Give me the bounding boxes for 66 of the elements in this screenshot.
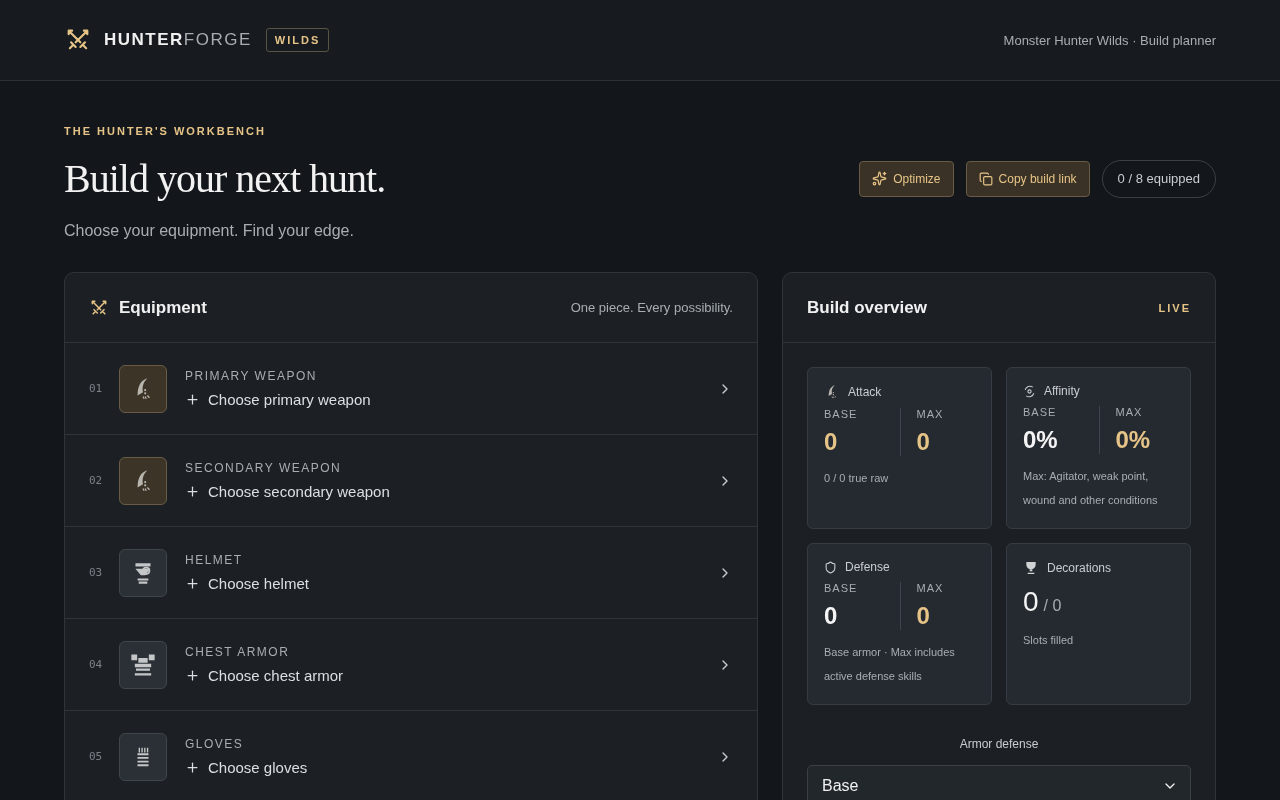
stat-note: Base armor · Max includes active defense skills — [824, 645, 956, 684]
panel-title: Equipment — [119, 297, 207, 318]
stat-value: 0 — [824, 428, 839, 456]
stat-value: 0 — [824, 602, 839, 630]
stat-label: MAX — [916, 582, 945, 594]
plus-icon — [185, 668, 200, 683]
stat-label: MAX — [1115, 406, 1144, 418]
stat-note: Max: Agitator, weak point, wound and other conditions — [1023, 469, 1159, 508]
armor-defense-select[interactable]: Base — [807, 765, 1191, 800]
equipment-slot[interactable]: 02 SECONDARY WEAPON Choose secondary weapon — [65, 435, 757, 527]
stat-note: 0 / 0 true raw — [824, 471, 890, 486]
brand-logo[interactable]: HUNTERFORGE — [104, 30, 252, 50]
slot-number: 03 — [89, 566, 104, 579]
stat-total: / 0 — [1043, 597, 1062, 615]
field-label: Armor defense — [958, 737, 1040, 751]
equipment-slot[interactable]: 01 PRIMARY WEAPON Choose primary weapon — [65, 343, 757, 435]
stat-value: 0 — [1023, 586, 1039, 618]
choose-button[interactable]: Choose gloves — [185, 759, 308, 776]
target-icon — [1023, 384, 1036, 398]
trophy-icon — [1023, 560, 1039, 576]
slot-number: 05 — [89, 750, 104, 763]
slot-label: HELMET — [185, 553, 244, 567]
stat-title: Defense — [845, 560, 890, 574]
stat-value: 0% — [1023, 426, 1059, 454]
slot-label: CHEST ARMOR — [185, 645, 291, 659]
stat-value: 0 — [916, 428, 931, 456]
stat-title: Attack — [848, 385, 882, 399]
stat-label: BASE — [824, 582, 859, 594]
plus-icon — [185, 484, 200, 499]
choose-button[interactable]: Choose secondary weapon — [185, 483, 390, 500]
panel-note: One piece. Every possibility. — [570, 300, 733, 315]
slot-number: 04 — [89, 658, 104, 671]
stat-label: BASE — [1023, 406, 1058, 418]
eyebrow-text: THE HUNTER'S WORKBENCH — [64, 125, 267, 137]
page-title: Build your next hunt. — [64, 155, 386, 202]
equipment-slot[interactable]: 04 CHEST ARMOR Choose chest armor — [65, 619, 757, 711]
slot-label: PRIMARY WEAPON — [185, 369, 318, 383]
stat-title: Decorations — [1047, 561, 1112, 575]
copy-icon — [978, 171, 993, 186]
stat-value: 0% — [1115, 426, 1152, 454]
optimize-button[interactable]: Optimize — [859, 160, 954, 197]
plus-icon — [185, 576, 200, 591]
stat-label: MAX — [916, 408, 945, 420]
choose-button[interactable]: Choose chest armor — [185, 667, 344, 684]
stat-title: Affinity — [1044, 384, 1080, 398]
copy-link-button[interactable]: Copy build link — [965, 160, 1090, 197]
slot-number: 02 — [89, 474, 104, 487]
edition-badge: WILDS — [265, 28, 330, 52]
slot-label: SECONDARY WEAPON — [185, 461, 343, 475]
slot-number: 01 — [89, 382, 104, 395]
shield-icon — [824, 560, 837, 574]
equipment-slot[interactable]: 05 GLOVES Choose gloves — [65, 711, 757, 800]
sparkles-icon — [872, 171, 888, 186]
choose-button[interactable]: Choose primary weapon — [185, 391, 371, 408]
page-subtitle: Choose your equipment. Find your edge. — [64, 222, 355, 240]
live-label: LIVE — [1158, 301, 1191, 314]
slot-label: GLOVES — [185, 737, 245, 751]
stat-value: 0 — [916, 602, 931, 630]
tagline: Monster Hunter Wilds · Build planner — [1003, 32, 1216, 48]
stat-note: Slots filled — [1023, 633, 1075, 648]
choose-button[interactable]: Choose helmet — [185, 575, 309, 592]
equipment-slot[interactable]: 03 HELMET Choose helmet — [65, 527, 757, 619]
plus-icon — [185, 392, 200, 407]
stat-label: BASE — [824, 408, 859, 420]
panel-title: Build overview — [807, 297, 927, 318]
plus-icon — [185, 760, 200, 775]
